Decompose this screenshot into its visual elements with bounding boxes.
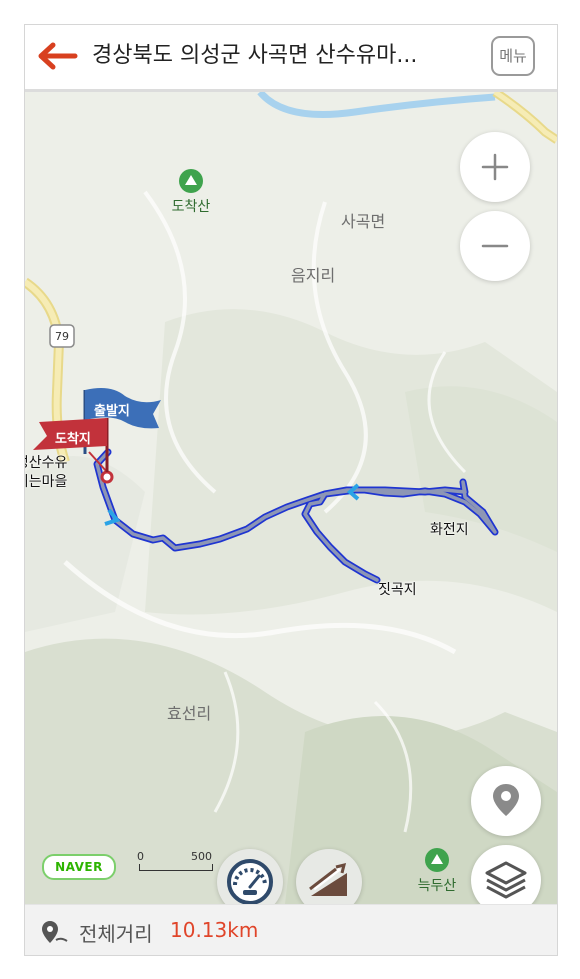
plus-icon <box>481 153 509 181</box>
distance-value: 10.13km <box>170 918 259 942</box>
layers-icon <box>485 861 527 899</box>
zoom-in-button[interactable] <box>460 132 530 202</box>
layers-button[interactable] <box>471 845 541 904</box>
minus-icon <box>481 244 509 248</box>
mountain-label: 도착산 <box>171 199 211 215</box>
area-label-hyoseon: 효선리 <box>167 704 212 723</box>
elevation-profile-button[interactable] <box>296 849 362 904</box>
zoom-out-button[interactable] <box>460 211 530 281</box>
speed-gauge-button[interactable] <box>217 849 283 904</box>
mountain-poi[interactable]: 도착산 <box>166 169 216 216</box>
location-pin-icon <box>493 784 519 816</box>
route-pin-icon <box>42 921 68 943</box>
mountain-icon <box>179 169 203 193</box>
distance-footer: 전체거리 10.13km <box>25 904 557 955</box>
back-button[interactable] <box>35 39 79 73</box>
place-label-origin: 의성산수유 꽃피는마을 <box>25 455 68 490</box>
place-label-hwajeonji: 화전지 <box>430 522 469 538</box>
speedometer-icon <box>227 859 273 904</box>
end-flag-label: 도착지 <box>55 432 91 447</box>
scale-line <box>139 864 213 871</box>
scale-bar: 0 500 <box>137 850 213 878</box>
my-location-button[interactable] <box>471 766 541 836</box>
app-frame: 경상북도 의성군 사곡면 산수유마... 메뉴 79 사곡면 음지리 효선리 도… <box>24 24 558 956</box>
scale-value: 500 <box>191 850 212 863</box>
road-number-79: 79 <box>55 330 69 343</box>
place-label-jitgokji: 짓곡지 <box>378 582 417 598</box>
naver-logo: NAVER <box>42 854 116 880</box>
map-view[interactable]: 79 사곡면 음지리 효선리 도착산 늑두산 출발지 도착지 의성산수유 꽃피는… <box>25 92 557 904</box>
mountain-poi[interactable]: 늑두산 <box>412 848 462 895</box>
distance-label: 전체거리 <box>79 922 153 946</box>
page-title: 경상북도 의성군 사곡면 산수유마... <box>92 43 418 68</box>
area-label-sagok: 사곡면 <box>341 212 386 231</box>
back-arrow-icon <box>38 42 78 70</box>
header-bar: 경상북도 의성군 사곡면 산수유마... 메뉴 <box>25 25 557 92</box>
mountain-icon <box>425 848 449 872</box>
scale-zero: 0 <box>137 850 144 863</box>
mountain-label: 늑두산 <box>417 878 457 894</box>
elevation-icon <box>309 862 347 896</box>
area-label-eumji: 음지리 <box>291 266 336 285</box>
menu-button[interactable]: 메뉴 <box>491 36 535 76</box>
